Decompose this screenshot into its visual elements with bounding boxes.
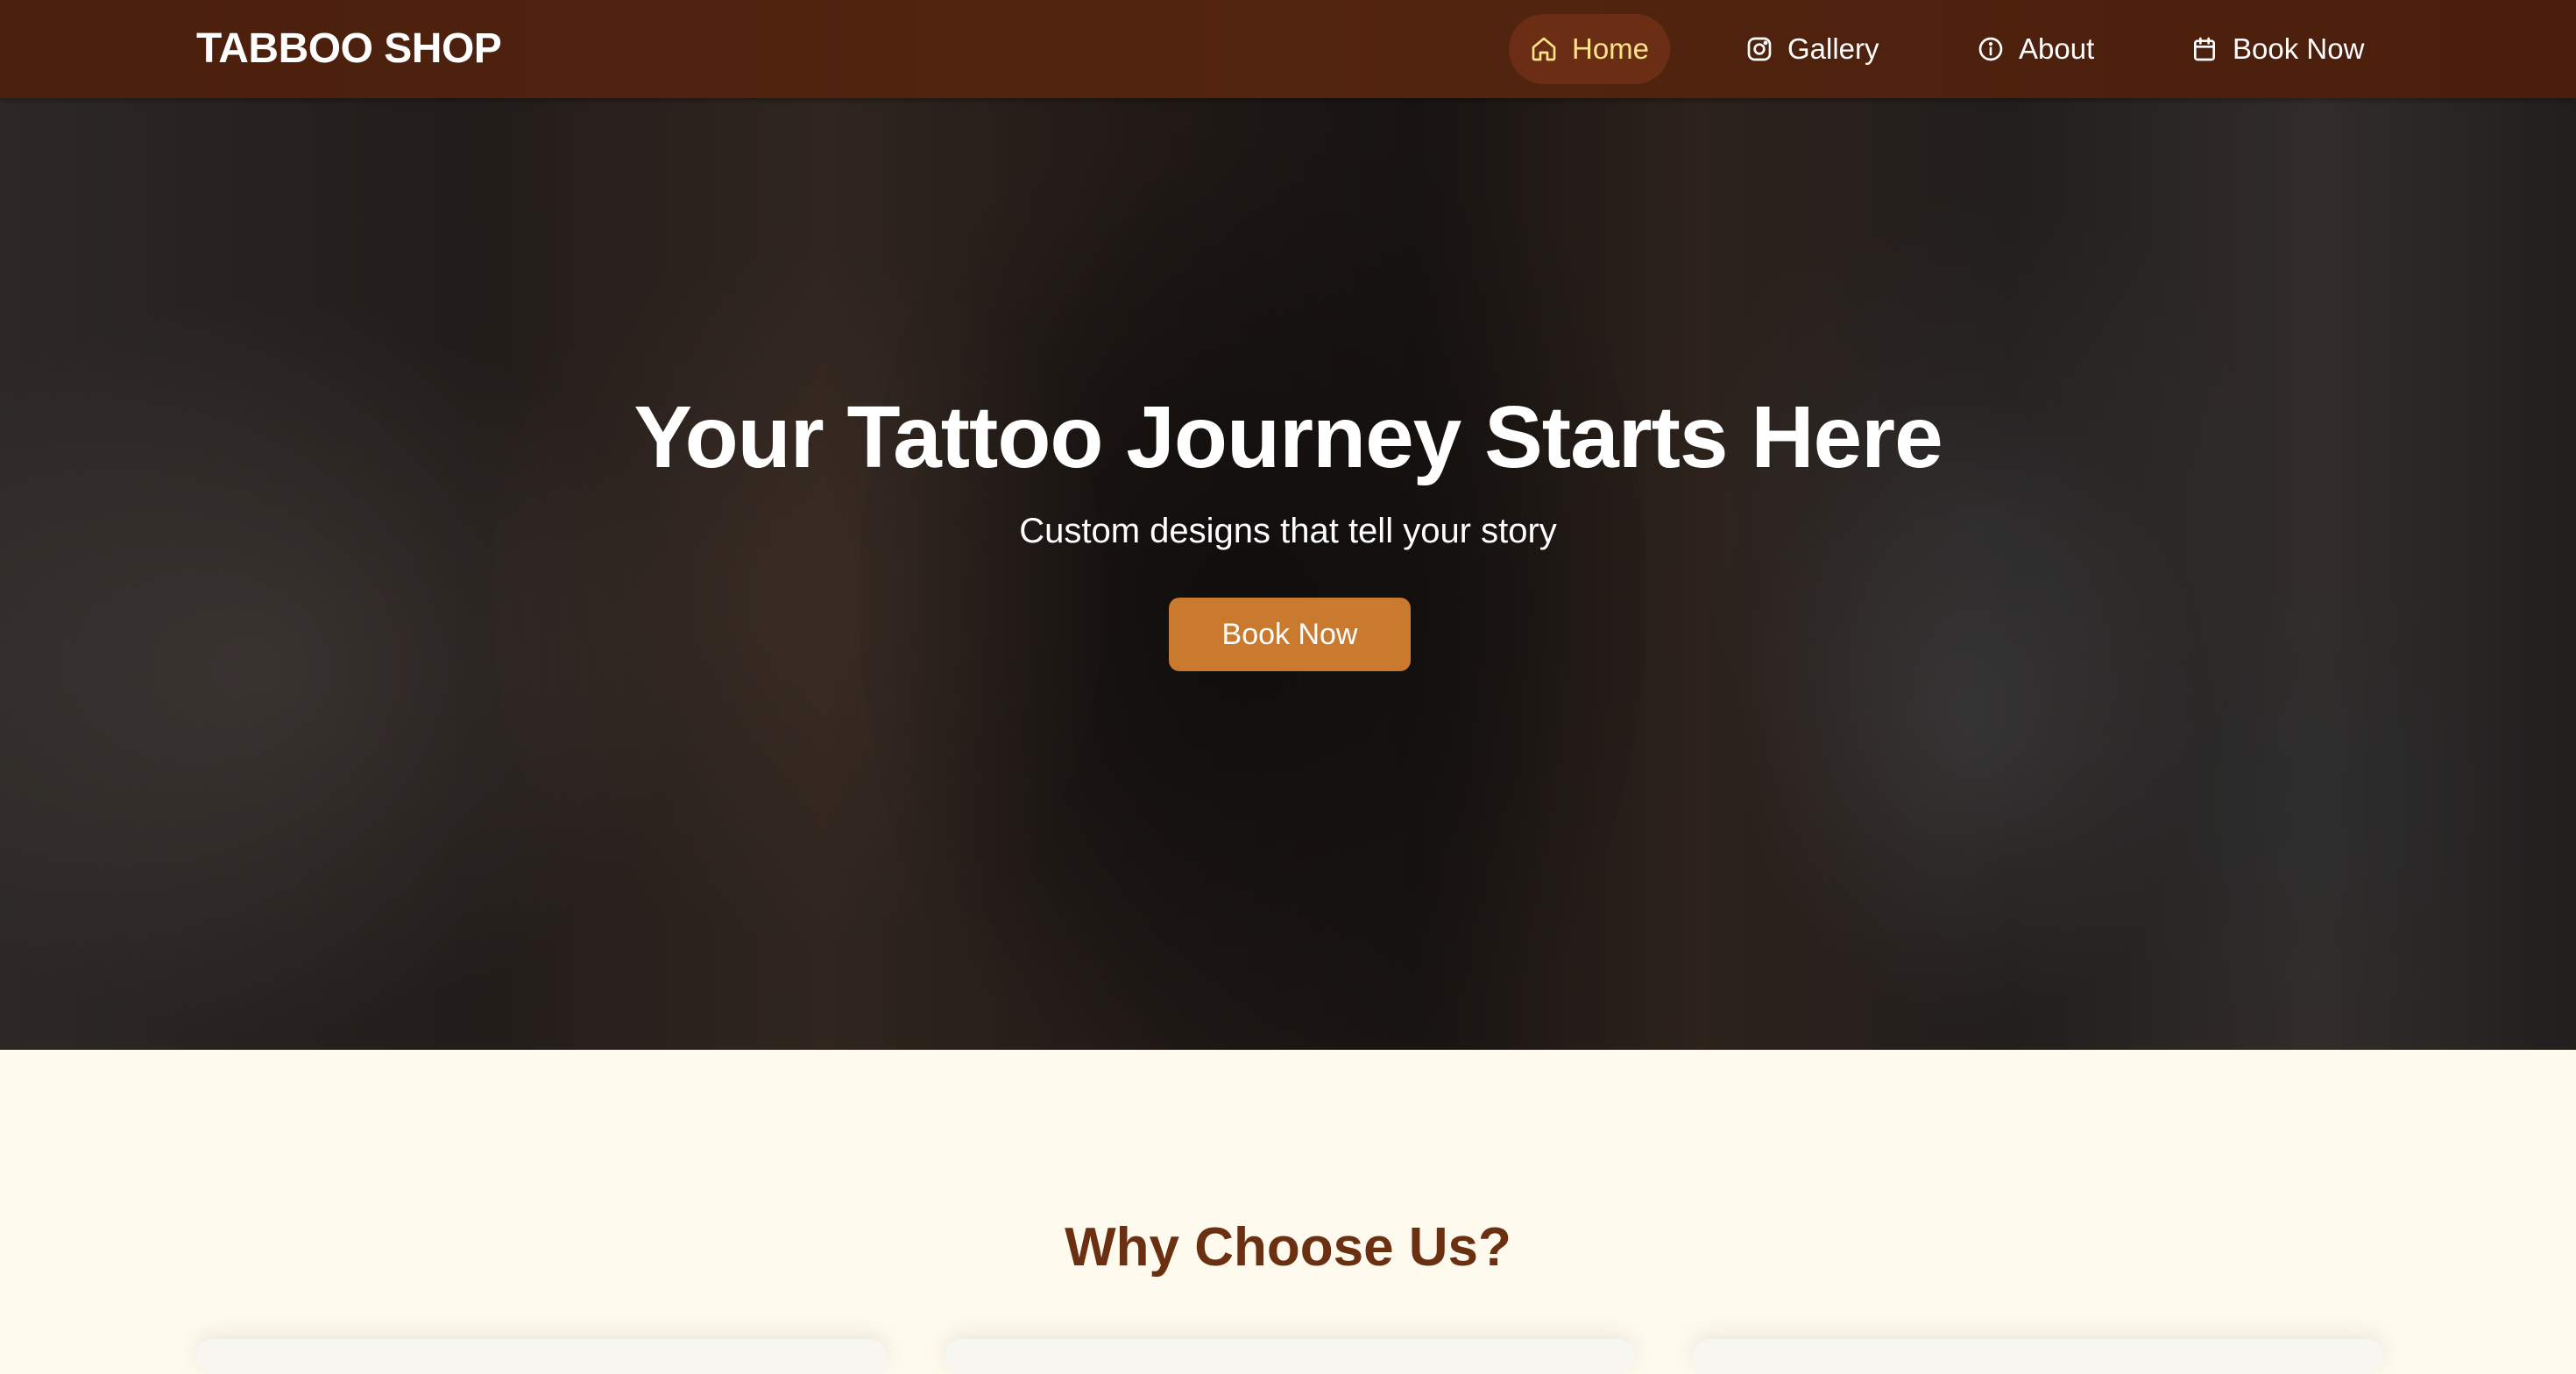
nav-item-label: Home <box>1572 32 1650 65</box>
hero-subtitle: Custom designs that tell your story <box>1019 512 1557 550</box>
top-navbar: TABBOO SHOP Home Gallery About Book Now <box>0 0 2576 98</box>
feature-card <box>196 1339 887 1374</box>
feature-card <box>945 1339 1635 1374</box>
nav-item-home[interactable]: Home <box>1509 14 1670 84</box>
nav-item-label: About <box>2019 32 2095 65</box>
instagram-icon <box>1747 37 1772 61</box>
why-choose-us-section: Why Choose Us? <box>0 1050 2576 1374</box>
nav-item-about[interactable]: About <box>1956 14 2113 84</box>
section-title: Why Choose Us? <box>1065 1217 1511 1278</box>
nav-item-label: Book Now <box>2233 32 2365 65</box>
nav-item-gallery[interactable]: Gallery <box>1724 14 1891 84</box>
hero-title: Your Tattoo Journey Starts Here <box>633 388 1943 486</box>
nav-item-label: Gallery <box>1787 32 1879 65</box>
home-icon <box>1532 37 1556 61</box>
hero-section: Your Tattoo Journey Starts Here Custom d… <box>0 98 2576 1050</box>
feature-card <box>1693 1339 2383 1374</box>
book-now-button[interactable]: Book Now <box>1169 598 1411 671</box>
info-icon <box>1978 37 2003 61</box>
hero-overlay <box>0 98 2576 1050</box>
brand-logo[interactable]: TABBOO SHOP <box>196 0 502 98</box>
calendar-icon <box>2194 37 2215 61</box>
nav-item-book-now[interactable]: Book Now <box>2169 14 2376 84</box>
